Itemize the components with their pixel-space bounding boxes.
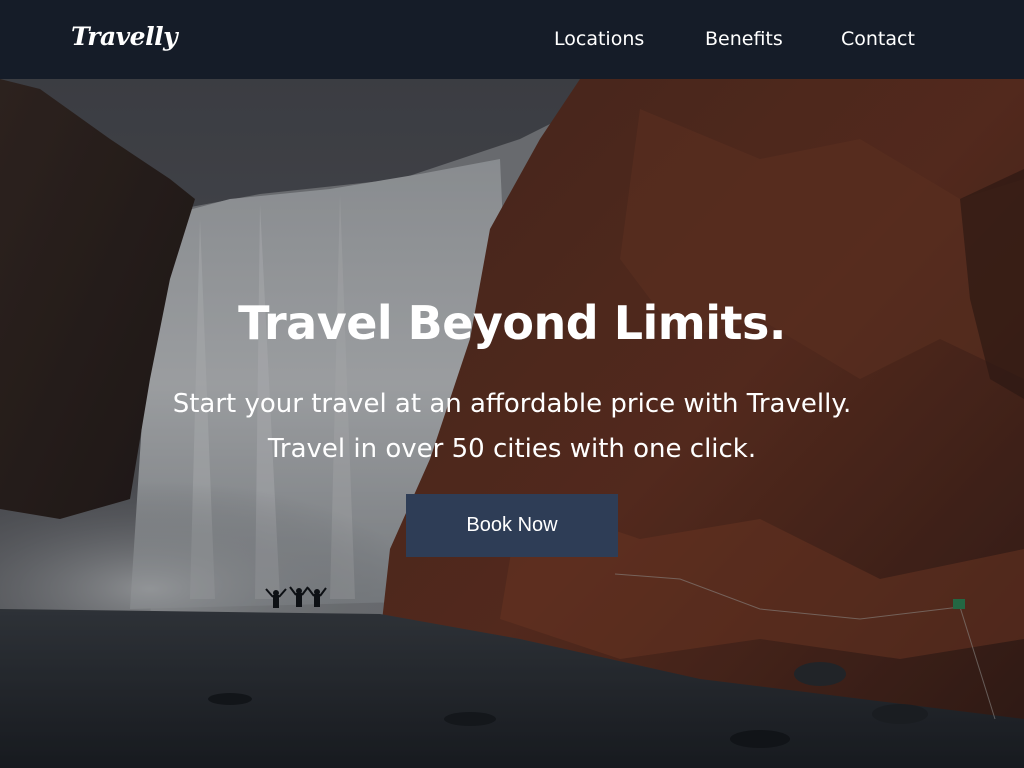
nav-link-benefits[interactable]: Benefits [705, 28, 783, 50]
hero-section: Travel Beyond Limits. Start your travel … [0, 79, 1024, 768]
hero-subtitle-line-2: Travel in over 50 cities with one click. [267, 434, 757, 464]
page: Travelly Locations Benefits Contact Trav… [0, 0, 1024, 768]
logo[interactable]: Travelly [71, 22, 178, 51]
nav-link-contact[interactable]: Contact [841, 28, 915, 50]
navbar: Travelly Locations Benefits Contact [0, 0, 1024, 79]
hero-overlay [0, 79, 1024, 768]
hero-subtitle-line-1: Start your travel at an affordable price… [172, 389, 852, 419]
hero-title: Travel Beyond Limits. [238, 296, 786, 350]
nav-link-locations[interactable]: Locations [554, 28, 644, 50]
book-now-button[interactable]: Book Now [406, 494, 618, 557]
